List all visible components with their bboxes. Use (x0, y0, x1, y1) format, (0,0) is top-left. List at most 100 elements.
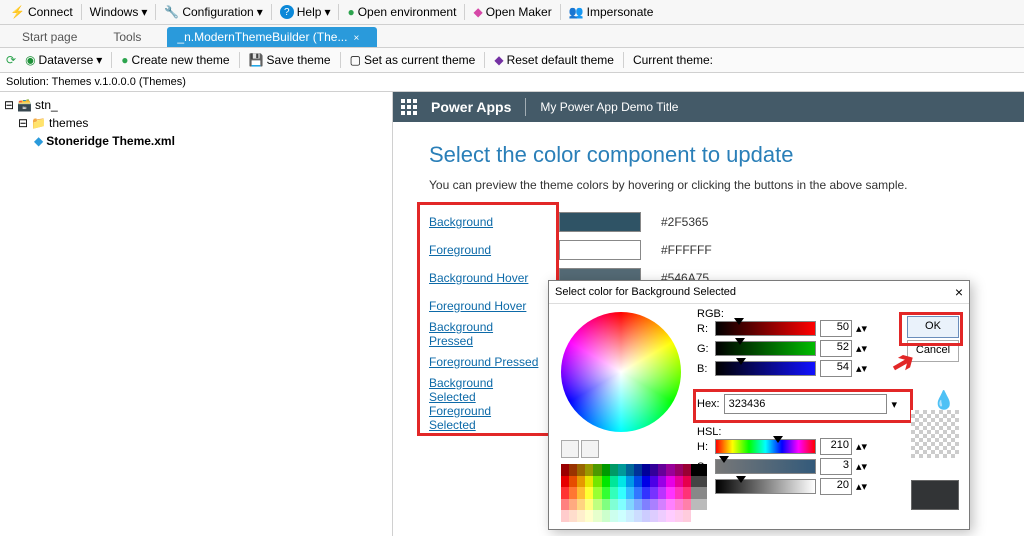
folder-icon: 📁 (31, 114, 46, 132)
waffle-icon[interactable] (401, 99, 417, 115)
tab-tools[interactable]: Tools (103, 27, 151, 47)
link-fg-selected[interactable]: Foreground Selected (429, 404, 491, 432)
create-theme-button[interactable]: ●Create new theme (116, 53, 234, 67)
plus-icon: ● (121, 53, 128, 67)
spinner-icon[interactable]: ▴▾ (856, 440, 867, 453)
dataverse-icon: ◉ (25, 53, 35, 67)
chevron-down-icon: ▾ (324, 5, 330, 19)
page-subtitle: You can preview the theme colors by hove… (429, 178, 1004, 192)
open-environment-button[interactable]: ●Open environment (341, 0, 462, 24)
link-bg-pressed[interactable]: Background Pressed (429, 320, 493, 348)
wrench-icon: 🔧 (164, 5, 179, 19)
tree-root[interactable]: ⊟🗃️stn_ (4, 96, 388, 114)
palette-mode-icon[interactable] (561, 440, 579, 458)
spinner-l[interactable]: 20 (820, 478, 852, 495)
app-banner: Power Apps My Power App Demo Title (393, 92, 1024, 122)
file-icon: ◆ (34, 132, 43, 150)
impersonate-button[interactable]: 👥Impersonate (563, 0, 660, 24)
palette-mode-icon[interactable] (581, 440, 599, 458)
connect-menu[interactable]: ⚡Connect (4, 0, 79, 24)
document-tabs: Start page Tools _n.ModernThemeBuilder (… (0, 25, 1024, 48)
tree-file[interactable]: ◆Stoneridge Theme.xml (4, 132, 388, 150)
hex-label: #2F5365 (661, 215, 708, 229)
chevron-down-icon: ▾ (257, 5, 263, 19)
link-bg-hover[interactable]: Background Hover (429, 271, 528, 285)
open-maker-button[interactable]: ◆Open Maker (467, 0, 557, 24)
tree-folder[interactable]: ⊟📁themes (4, 114, 388, 132)
spinner-icon[interactable]: ▴▾ (856, 460, 867, 473)
configuration-menu[interactable]: 🔧Configuration▾ (158, 0, 268, 24)
save-icon: 💾 (249, 53, 264, 67)
slider-b[interactable] (715, 361, 816, 376)
close-icon[interactable]: × (955, 285, 963, 299)
link-bg-selected[interactable]: Background Selected (429, 376, 493, 404)
checkbox-icon: ▢ (350, 53, 361, 67)
secondary-toolbar: ⟳ ◉Dataverse▾ ●Create new theme 💾Save th… (0, 48, 1024, 73)
spinner-r[interactable]: 50 (820, 320, 852, 337)
swatch-background[interactable] (559, 212, 641, 232)
link-fg-pressed[interactable]: Foreground Pressed (429, 355, 538, 369)
save-theme-button[interactable]: 💾Save theme (244, 53, 336, 67)
spinner-s[interactable]: 3 (820, 458, 852, 475)
slider-h[interactable] (715, 439, 816, 454)
chevron-down-icon: ▾ (141, 5, 147, 19)
color-wheel[interactable] (561, 312, 681, 432)
solution-label: Solution: Themes v.1.0.0.0 (Themes) (0, 73, 1024, 92)
minus-icon: ⊟ (4, 96, 14, 114)
spinner-icon[interactable]: ▴▾ (856, 322, 867, 335)
refresh-icon[interactable]: ⟳ (6, 53, 16, 67)
windows-menu[interactable]: Windows▾ (84, 0, 154, 24)
help-menu[interactable]: ?Help▾ (274, 0, 337, 24)
main-toolbar: ⚡Connect Windows▾ 🔧Configuration▾ ?Help▾… (0, 0, 1024, 25)
tree-sidebar: ⊟🗃️stn_ ⊟📁themes ◆Stoneridge Theme.xml (0, 92, 393, 536)
diamond-icon: ◆ (473, 5, 482, 19)
spinner-h[interactable]: 210 (820, 438, 852, 455)
label-b: B: (697, 363, 711, 375)
page-title: Select the color component to update (429, 142, 1004, 168)
dataverse-menu[interactable]: ◉Dataverse▾ (20, 53, 107, 67)
set-current-button[interactable]: ▢Set as current theme (345, 53, 481, 67)
tab-start[interactable]: Start page (12, 27, 87, 47)
chevron-down-icon: ▾ (96, 53, 102, 67)
label-h: H: (697, 441, 711, 453)
spinner-g[interactable]: 52 (820, 340, 852, 357)
hex-input[interactable] (724, 394, 888, 414)
people-icon: 👥 (569, 5, 584, 19)
close-icon[interactable]: × (353, 33, 359, 44)
link-foreground[interactable]: Foreground (429, 243, 491, 257)
link-background[interactable]: Background (429, 215, 493, 229)
spinner-icon[interactable]: ▴▾ (856, 480, 867, 493)
hex-label: Hex: (697, 398, 720, 410)
hex-label: #FFFFFF (661, 243, 712, 257)
db-icon: 🗃️ (17, 96, 32, 114)
link-fg-hover[interactable]: Foreground Hover (429, 299, 526, 313)
reset-theme-button[interactable]: ◆Reset default theme (489, 53, 619, 67)
slider-g[interactable] (715, 341, 816, 356)
bolt-icon: ⚡ (10, 5, 25, 19)
spinner-b[interactable]: 54 (820, 360, 852, 377)
checkerboard (911, 410, 959, 458)
reset-icon: ◆ (494, 53, 503, 67)
current-theme-label: Current theme: (628, 53, 718, 67)
cancel-button[interactable]: Cancel (907, 340, 959, 362)
current-swatch (911, 480, 959, 510)
dialog-title: Select color for Background Selected (555, 286, 736, 298)
spinner-icon[interactable]: ▴▾ (856, 342, 867, 355)
slider-s[interactable] (715, 459, 816, 474)
app-title: My Power App Demo Title (540, 100, 678, 114)
help-icon: ? (280, 5, 294, 19)
spinner-icon[interactable]: ▴▾ (856, 362, 867, 375)
label-r: R: (697, 323, 711, 335)
slider-r[interactable] (715, 321, 816, 336)
color-palette[interactable] (561, 464, 707, 522)
eyedropper-icon[interactable]: 💧 (933, 390, 955, 411)
rgb-label: RGB: (697, 308, 867, 320)
swatch-foreground[interactable] (559, 240, 641, 260)
globe-icon: ● (347, 5, 354, 19)
slider-l[interactable] (715, 479, 816, 494)
tab-theme-builder[interactable]: _n.ModernThemeBuilder (The...× (167, 27, 377, 47)
minus-icon: ⊟ (18, 114, 28, 132)
dropdown-icon[interactable]: ▾ (891, 398, 897, 411)
ok-button[interactable]: OK (907, 316, 959, 338)
label-g: G: (697, 343, 711, 355)
